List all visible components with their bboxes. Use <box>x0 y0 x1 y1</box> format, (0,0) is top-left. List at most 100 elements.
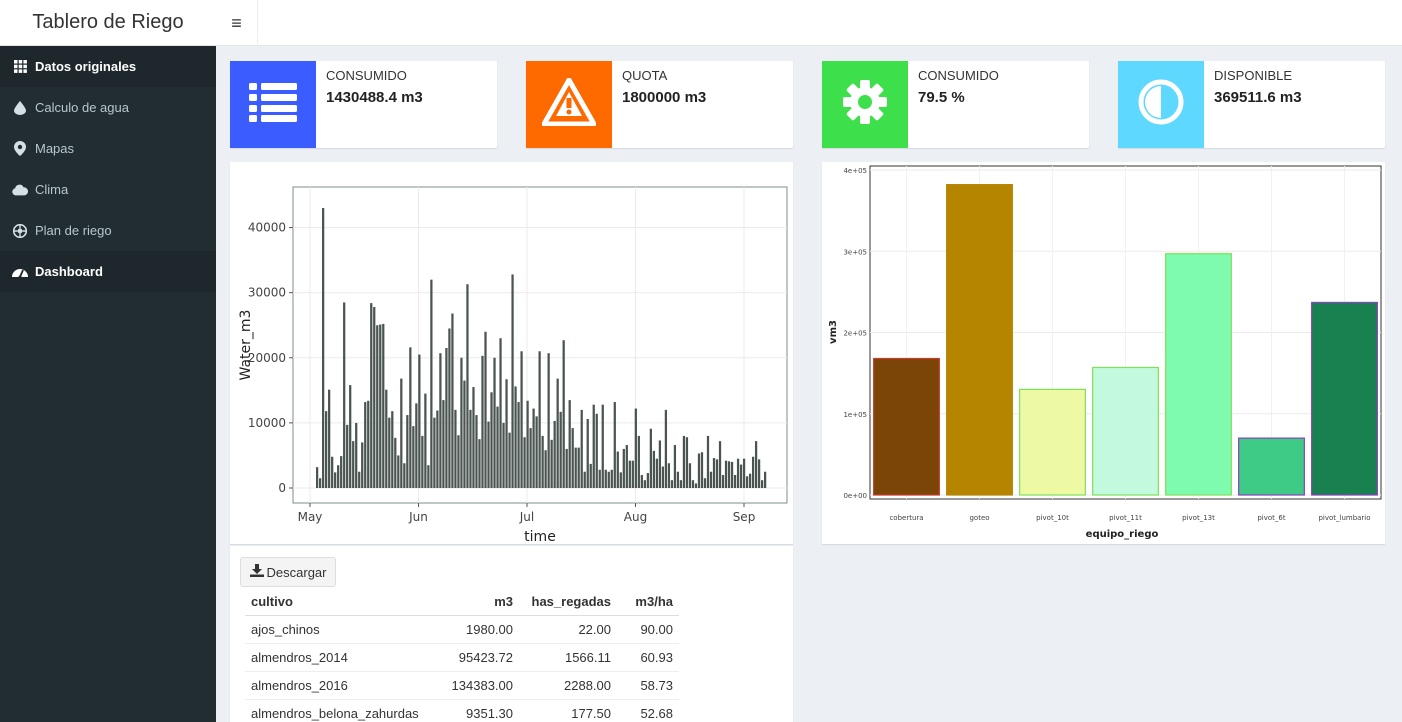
table-header-row: cultivo m3 has_regadas m3/ha <box>245 588 679 616</box>
data-bar <box>460 357 463 488</box>
data-bar <box>691 480 695 488</box>
y-tick-label: 30000 <box>248 286 286 300</box>
data-bar <box>427 465 430 488</box>
data-bar <box>463 380 466 488</box>
download-label: Descargar <box>266 564 327 580</box>
y-tick-label: 1e+05 <box>843 411 867 419</box>
infobox-icon-bg <box>230 61 316 148</box>
table-cell: 60.93 <box>617 643 679 672</box>
cloud-icon <box>12 182 28 198</box>
table-cell: 177.50 <box>519 699 617 722</box>
infobox-label: DISPONIBLE <box>1214 68 1293 83</box>
data-bar <box>385 389 388 488</box>
data-bar <box>745 476 749 488</box>
data-bar <box>457 435 460 488</box>
data-bar <box>589 463 592 488</box>
data-bar <box>448 328 451 488</box>
sidebar-item-datos-originales[interactable]: Datos originales <box>0 46 216 87</box>
data-bar <box>544 450 547 488</box>
data-bar <box>622 448 625 488</box>
sidebar-item-mapas[interactable]: Mapas <box>0 128 216 169</box>
infobox-value: 1800000 m3 <box>622 89 707 106</box>
data-bar <box>400 378 403 488</box>
data-bar <box>496 406 499 488</box>
data-bar <box>649 428 652 488</box>
data-bar <box>376 325 379 488</box>
sidebar-item-clima[interactable]: Clima <box>0 169 216 210</box>
sidebar-item-calculo-de-agua[interactable]: Calculo de agua <box>0 87 216 128</box>
data-bar <box>418 354 421 488</box>
download-icon <box>249 564 264 580</box>
column-header[interactable]: has_regadas <box>519 588 617 616</box>
infobox-disponible: DISPONIBLE 369511.6 m3 <box>1118 61 1385 148</box>
water-drop-icon <box>12 100 28 116</box>
data-bar <box>637 435 640 488</box>
data-bar <box>325 411 328 488</box>
y-tick-label: 0 <box>278 481 286 495</box>
data-bar <box>598 469 601 488</box>
download-button[interactable]: Descargar <box>240 557 336 587</box>
top-navbar: ≡ <box>216 0 1402 46</box>
table-row: ajos_chinos 1980.00 22.00 90.00 <box>245 615 679 644</box>
data-bar <box>757 459 761 488</box>
data-bar <box>490 392 493 488</box>
infobox-label: CONSUMIDO <box>918 68 999 83</box>
data-bar <box>379 324 382 488</box>
table-cell: 58.73 <box>617 671 679 700</box>
equipment-bar-chart-panel: 0e+00 1e+05 2e+05 3e+05 4e+05 cobertura goteo… <box>822 162 1385 544</box>
data-bar <box>322 208 325 488</box>
infobox-consumido-percent: CONSUMIDO 79.5 % <box>822 61 1089 148</box>
data-bar <box>556 378 559 488</box>
data-bar <box>586 418 589 488</box>
data-bar <box>727 461 731 488</box>
column-header[interactable]: m3 <box>425 588 519 616</box>
globe-icon <box>12 223 28 239</box>
data-bar <box>445 348 448 488</box>
y-tick-label: 0e+00 <box>843 492 867 500</box>
dashboard-icon <box>12 264 28 280</box>
sidebar-toggle-button[interactable]: ≡ <box>216 0 258 46</box>
x-tick-label: pivot_10t <box>1036 514 1069 522</box>
data-bar <box>349 385 352 488</box>
data-bar <box>331 456 334 488</box>
sidebar-item-plan-de-riego[interactable]: Plan de riego <box>0 210 216 251</box>
data-bar <box>664 409 668 488</box>
data-bar <box>646 473 649 488</box>
data-bar <box>355 422 358 488</box>
data-bar <box>415 403 418 488</box>
sidebar-item-dashboard[interactable]: Dashboard <box>0 251 216 292</box>
data-bar <box>472 387 475 488</box>
data-bar <box>514 386 517 488</box>
equipment-bar-chart: 0e+00 1e+05 2e+05 3e+05 4e+05 cobertura goteo… <box>828 165 1382 540</box>
infobox-icon-bg <box>1118 61 1204 148</box>
infobox-value: 369511.6 m3 <box>1214 89 1302 106</box>
data-bar <box>520 351 523 488</box>
data-bar <box>346 424 349 488</box>
data-bar <box>454 409 457 488</box>
table-cell: almendros_2016 <box>245 671 425 700</box>
data-bar <box>610 469 613 488</box>
data-bar <box>550 439 553 488</box>
infobox-quota: QUOTA 1800000 m3 <box>526 61 793 148</box>
gear-icon <box>842 79 888 130</box>
data-bar <box>667 463 671 488</box>
infobox-value: 79.5 % <box>918 89 965 106</box>
table-cell: 22.00 <box>519 615 617 644</box>
data-bar <box>406 415 409 488</box>
grid-icon <box>12 59 28 75</box>
data-bar <box>580 409 583 488</box>
x-tick-label: Aug <box>624 510 647 524</box>
data-bar <box>733 474 737 488</box>
column-header[interactable]: m3/ha <box>617 588 679 616</box>
water-time-chart-panel: 0 10000 20000 30000 40000 May Jun Jul Aug Sep Wa… <box>230 162 793 545</box>
data-bar <box>619 472 622 488</box>
data-bar <box>502 422 505 488</box>
water-time-chart: 010000200003000040000 May Jun Jul Aug Sep Wa… <box>238 186 788 545</box>
table-row: almendros_2016 134383.00 2288.00 58.73 <box>245 671 679 700</box>
column-header[interactable]: cultivo <box>245 588 425 616</box>
data-bar <box>655 458 659 488</box>
data-bar <box>553 420 556 488</box>
adjust-icon <box>1138 79 1184 130</box>
data-bar <box>706 435 710 488</box>
table-cell: 2288.00 <box>519 671 617 700</box>
